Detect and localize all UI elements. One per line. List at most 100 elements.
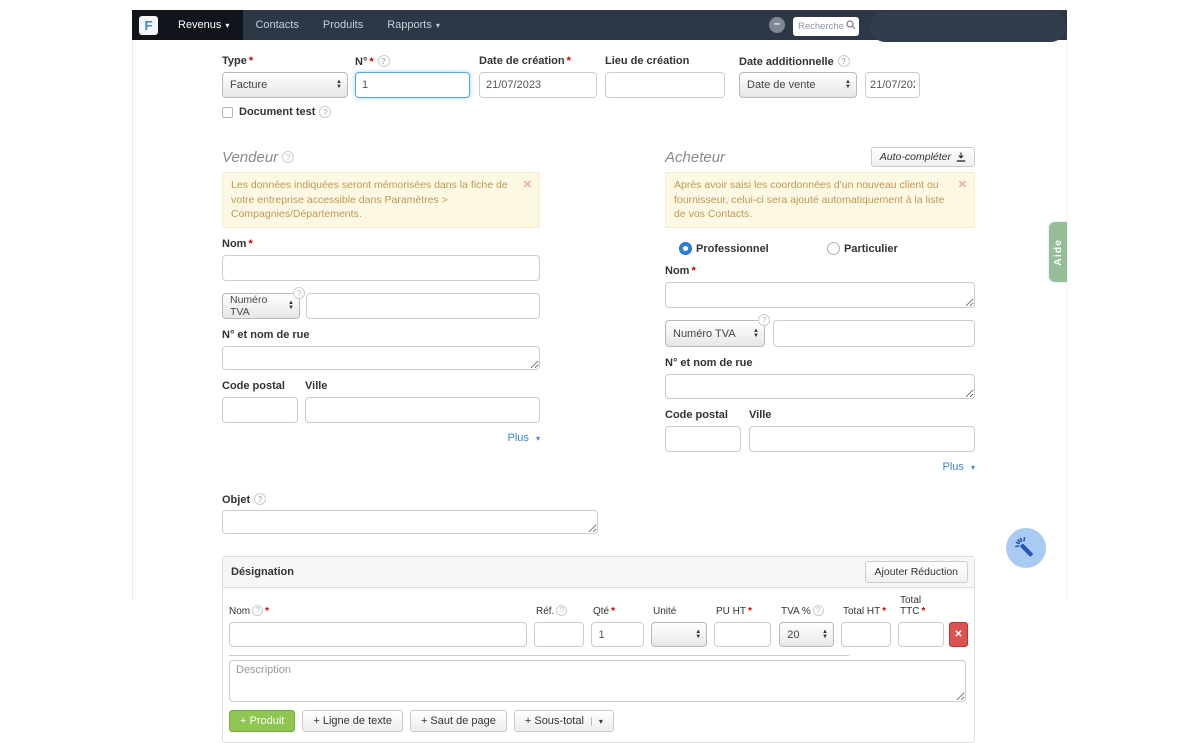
help-icon[interactable]: ? xyxy=(377,55,390,67)
acheteur-rue-textarea[interactable] xyxy=(665,374,975,400)
vendeur-notice: Les données indiquées seront mémorisées … xyxy=(222,172,540,229)
help-icon[interactable]: ? xyxy=(252,605,264,617)
aide-tab[interactable]: Aide xyxy=(1049,222,1067,282)
line-pu-ht-input[interactable] xyxy=(714,622,772,648)
add-sous-total-button[interactable]: + Sous-total ▾ xyxy=(513,710,614,733)
required-asterisk: * xyxy=(691,265,696,278)
vendeur-tva-input[interactable] xyxy=(306,293,540,320)
line-unite-select[interactable]: ▲ ▼ xyxy=(651,622,708,648)
document-header-fields: Type* Facture ▲▼ N°*? Date de création* … xyxy=(222,55,975,98)
vendeur-cp-ville-row: Code postal Ville xyxy=(222,380,540,424)
delete-line-button[interactable]: ✕ xyxy=(949,622,968,648)
selected-value: Numéro TVA xyxy=(230,294,268,319)
required-asterisk: * xyxy=(369,56,374,68)
line-description-textarea[interactable] xyxy=(229,660,966,703)
acheteur-type-radios: Professionnel Particulier xyxy=(679,242,975,256)
objet-textarea[interactable] xyxy=(222,510,598,535)
help-icon[interactable]: ? xyxy=(319,106,332,118)
close-icon[interactable]: ✕ xyxy=(523,178,532,193)
radio-professionnel[interactable]: Professionnel xyxy=(679,242,827,256)
vendeur-rue-field: N° et nom de rue xyxy=(222,329,540,371)
field-label: Date additionnelle xyxy=(739,56,834,68)
app-logo[interactable]: F xyxy=(139,15,158,35)
line-qte-input[interactable] xyxy=(591,622,645,648)
acheteur-section: Acheteur Auto-compléter Après avoir sais… xyxy=(665,147,975,473)
acheteur-notice: Après avoir saisi les coordonnées d'un n… xyxy=(665,172,975,229)
field-label: Ville xyxy=(749,409,772,422)
line-ref-input[interactable] xyxy=(534,622,585,648)
vendeur-tva-row: Numéro TVA ▲ ▼ ? xyxy=(222,287,540,320)
acheteur-code-postal-input[interactable] xyxy=(665,426,741,453)
acheteur-ville-input[interactable] xyxy=(749,426,975,453)
line-item-row: ▲▼ 20 ▲▼ ✕ xyxy=(223,620,974,655)
acheteur-plus-link[interactable]: Plus ▾ xyxy=(943,461,975,473)
column-header-unite: Unité xyxy=(653,606,677,618)
help-icon[interactable]: ? xyxy=(254,493,267,506)
select-arrows-icon: ▲ ▼ xyxy=(753,327,759,339)
nav-item-revenus[interactable]: Revenus ▾ xyxy=(166,19,241,31)
nav-item-produits[interactable]: Produits xyxy=(311,10,375,40)
add-line-buttons: + Produit + Ligne de texte + Saut de pag… xyxy=(223,702,974,742)
radio-particulier[interactable]: Particulier xyxy=(827,242,975,256)
nav-item-contacts[interactable]: Contacts xyxy=(243,10,310,40)
field-label: Nom xyxy=(665,265,690,278)
vendeur-tva-select[interactable]: Numéro TVA ▲ ▼ ? xyxy=(222,287,305,320)
column-header-nom: Nom? * xyxy=(229,605,270,618)
lieu-creation-input[interactable] xyxy=(605,72,725,98)
field-label: Objet xyxy=(222,494,251,507)
ajouter-reduction-button[interactable]: Ajouter Réduction xyxy=(864,561,968,584)
vendeur-code-postal-input[interactable] xyxy=(222,397,298,424)
chevron-down-icon: ▾ xyxy=(435,20,440,30)
add-ligne-texte-button[interactable]: + Ligne de texte xyxy=(302,710,403,733)
help-icon[interactable]: ? xyxy=(293,287,305,300)
close-icon[interactable]: ✕ xyxy=(958,178,967,193)
date-creation-input[interactable] xyxy=(479,72,597,98)
help-icon[interactable]: ? xyxy=(812,605,824,617)
date-additionnelle-input[interactable] xyxy=(865,72,920,98)
nav-item-rapports[interactable]: Rapports ▾ xyxy=(375,10,452,40)
acheteur-tva-select[interactable]: Numéro TVA ▲ ▼ ? xyxy=(665,314,770,348)
field-date-additionnelle-date xyxy=(865,55,920,98)
vendeur-section: Vendeur ? Les données indiquées seront m… xyxy=(222,148,540,473)
magic-wand-button[interactable] xyxy=(1006,528,1046,568)
help-icon[interactable]: ? xyxy=(758,314,770,327)
line-tva-select[interactable]: 20 ▲ ▼ xyxy=(779,622,834,648)
vendeur-ville-input[interactable] xyxy=(305,397,540,424)
document-test-checkbox[interactable] xyxy=(222,106,233,118)
help-icon[interactable]: ? xyxy=(837,55,850,67)
add-produit-button[interactable]: + Produit xyxy=(229,710,296,733)
selected-value: 20 xyxy=(787,628,800,641)
radio-unchecked-icon xyxy=(827,242,840,256)
acheteur-nom-textarea[interactable] xyxy=(665,282,975,309)
field-type: Type * Facture ▲ ▼ xyxy=(222,55,348,98)
help-icon[interactable]: ? xyxy=(282,151,295,163)
vendeur-plus-link[interactable]: Plus ▾ xyxy=(508,432,540,444)
add-saut-page-button[interactable]: + Saut de page xyxy=(409,710,507,733)
minus-icon[interactable]: – xyxy=(769,17,785,33)
help-icon[interactable]: ? xyxy=(556,605,568,617)
objet-field: Objet? xyxy=(222,493,598,535)
type-select[interactable]: Facture ▲ ▼ xyxy=(222,72,348,98)
auto-completer-button[interactable]: Auto-compléter xyxy=(870,147,975,167)
nav-item-label: Rapports xyxy=(387,19,432,31)
select-arrows-icon: ▲ ▼ xyxy=(695,628,702,640)
required-asterisk: * xyxy=(248,238,253,251)
vendeur-rue-textarea[interactable] xyxy=(222,346,540,371)
date-additionnelle-select[interactable]: Date de vente ▲ ▼ xyxy=(739,72,857,98)
line-total-ht-input[interactable] xyxy=(841,622,891,648)
field-label: N° xyxy=(355,56,368,68)
column-header-tva: TVA %? xyxy=(781,605,836,617)
column-header-qte: Qté * xyxy=(593,606,616,618)
nav-item-label: Revenus xyxy=(178,19,222,31)
line-nom-input[interactable] xyxy=(229,622,528,648)
acheteur-tva-input[interactable] xyxy=(773,320,975,348)
numero-input[interactable] xyxy=(355,72,470,98)
field-label: Ville xyxy=(305,380,328,393)
chevron-down-icon: ▾ xyxy=(970,463,975,473)
vendeur-nom-input[interactable] xyxy=(222,255,540,282)
vendeur-title: Vendeur xyxy=(222,148,279,166)
magic-wand-icon xyxy=(1014,536,1033,557)
app-window: F Revenus ▾ Contacts Produits Rapports ▾… xyxy=(132,10,1067,743)
line-total-ttc-input[interactable] xyxy=(898,622,944,648)
chevron-down-icon: ▾ xyxy=(590,716,603,726)
